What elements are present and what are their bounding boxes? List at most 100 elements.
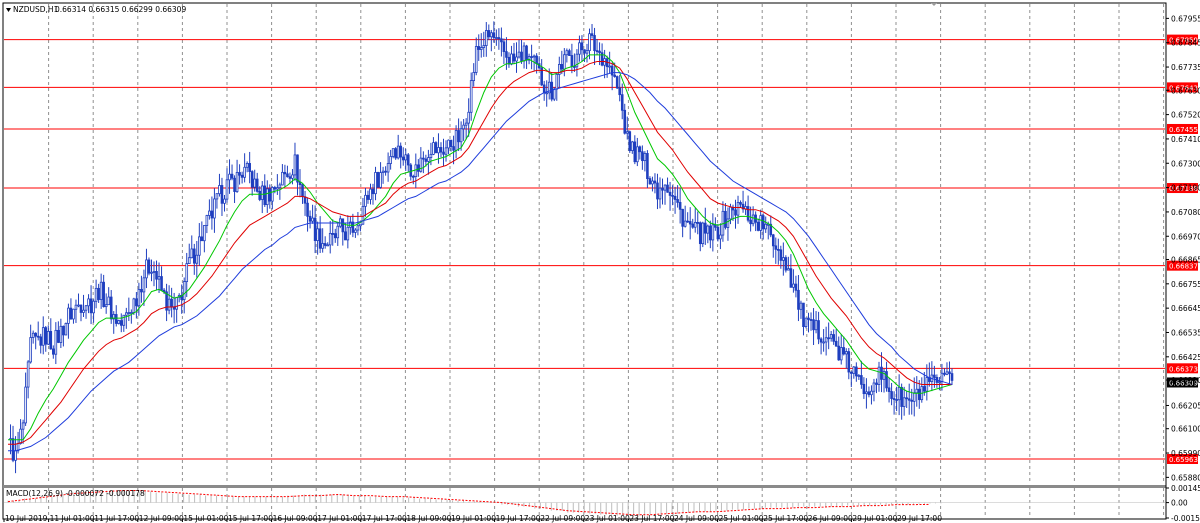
candle-body (439, 147, 443, 153)
candle-body (454, 130, 458, 151)
price-tick-label: 0.66645 (1171, 304, 1200, 313)
candle-body (719, 234, 722, 240)
candle-body (693, 222, 697, 228)
candle-body (72, 308, 75, 320)
pane-separator[interactable] (3, 485, 1166, 488)
candle-body (117, 320, 121, 324)
candle-body (902, 397, 906, 407)
candle-body (862, 383, 866, 395)
candle-body (281, 171, 284, 186)
candle-body (132, 298, 136, 313)
price-tick-label: 0.67410 (1171, 135, 1200, 144)
candle-body (872, 382, 876, 392)
candle-body (794, 283, 798, 291)
price-tick-label: 0.67955 (1171, 14, 1200, 23)
candle-body (208, 210, 211, 216)
candle-body (532, 55, 536, 58)
candle-body (923, 386, 926, 392)
candle-body (404, 154, 408, 161)
candle-body (643, 153, 647, 162)
candle-body (714, 224, 717, 228)
candle-body (774, 245, 778, 250)
candle-body (41, 327, 45, 346)
mt4-chart-window[interactable]: 0.678590.676430.674550.671880.668370.663… (0, 0, 1200, 523)
price-tick-label: 0.67300 (1171, 159, 1200, 168)
candle-body (152, 271, 156, 273)
candle-body (457, 130, 460, 143)
candle-body (187, 257, 191, 264)
candle-body (683, 220, 687, 227)
candle-body (749, 219, 752, 225)
candle-body (102, 281, 105, 308)
candle-body (628, 131, 632, 151)
candle-body (389, 156, 392, 164)
candle-body (419, 157, 423, 172)
candle-body (578, 42, 581, 55)
candle-body (140, 288, 143, 293)
candle-body (374, 172, 377, 195)
macd-indicator-label: MACD(12,26,9) -0.000072 -0.000178 (6, 489, 145, 498)
candle-body (933, 374, 936, 378)
candle-body (255, 178, 259, 192)
candle-body (414, 164, 418, 177)
candle-body (82, 309, 85, 313)
candle-body (472, 72, 476, 81)
candle-body (87, 298, 90, 307)
candle-body (943, 372, 946, 375)
candle-body (583, 49, 586, 54)
candle-body (915, 388, 919, 394)
candle-body (109, 296, 113, 320)
candle-body (276, 187, 279, 190)
candle-body (447, 139, 450, 149)
candle-body (716, 226, 720, 240)
time-axis-label: 19 Jul 17:00 (496, 514, 541, 523)
candle-body (135, 298, 138, 307)
candle-body (746, 206, 750, 221)
candle-body (356, 225, 360, 231)
candle-body (782, 257, 785, 261)
candle-body (67, 307, 70, 324)
candle-body (827, 337, 830, 340)
candle-body (484, 30, 488, 46)
candle-body (137, 288, 141, 307)
candle-body (306, 202, 309, 217)
level-price-tag-label: 0.67455 (1169, 126, 1198, 134)
candle-body (497, 37, 501, 40)
candle-body (424, 158, 428, 162)
candle-body (729, 206, 732, 220)
candle-body (751, 214, 755, 225)
candle-body (394, 148, 397, 159)
candle-body (432, 142, 435, 155)
time-axis-label: 15 Jul 17:00 (228, 514, 273, 523)
candle-body (593, 35, 596, 51)
candle-body (203, 225, 206, 242)
candle-body (764, 223, 768, 230)
candle-body (847, 351, 851, 373)
macd-tick-label: 0.00 (1171, 499, 1188, 508)
candle-body (885, 371, 888, 389)
candle-body (147, 259, 151, 274)
candle-body (442, 151, 445, 155)
candle-body (258, 190, 262, 200)
price-tick-label: 0.66865 (1171, 255, 1200, 264)
candle-body (487, 30, 491, 38)
candle-body (223, 198, 226, 204)
candle-body (462, 124, 465, 130)
candle-body (401, 156, 405, 161)
candle-body (563, 54, 566, 70)
candle-body (641, 151, 644, 162)
candle-body (736, 202, 740, 216)
candle-body (150, 271, 153, 274)
candle-body (364, 194, 367, 207)
candle-body (321, 243, 324, 249)
candle-body (323, 243, 327, 246)
candle-body (870, 390, 873, 396)
time-axis-label: 11 Jul 17:00 (94, 514, 139, 523)
candle-body (897, 387, 901, 401)
candle-body (220, 185, 224, 204)
candle-body (623, 109, 627, 134)
candle-body (633, 141, 637, 163)
candle-body (837, 345, 841, 361)
candle-body (167, 298, 171, 311)
candle-body (819, 338, 823, 343)
